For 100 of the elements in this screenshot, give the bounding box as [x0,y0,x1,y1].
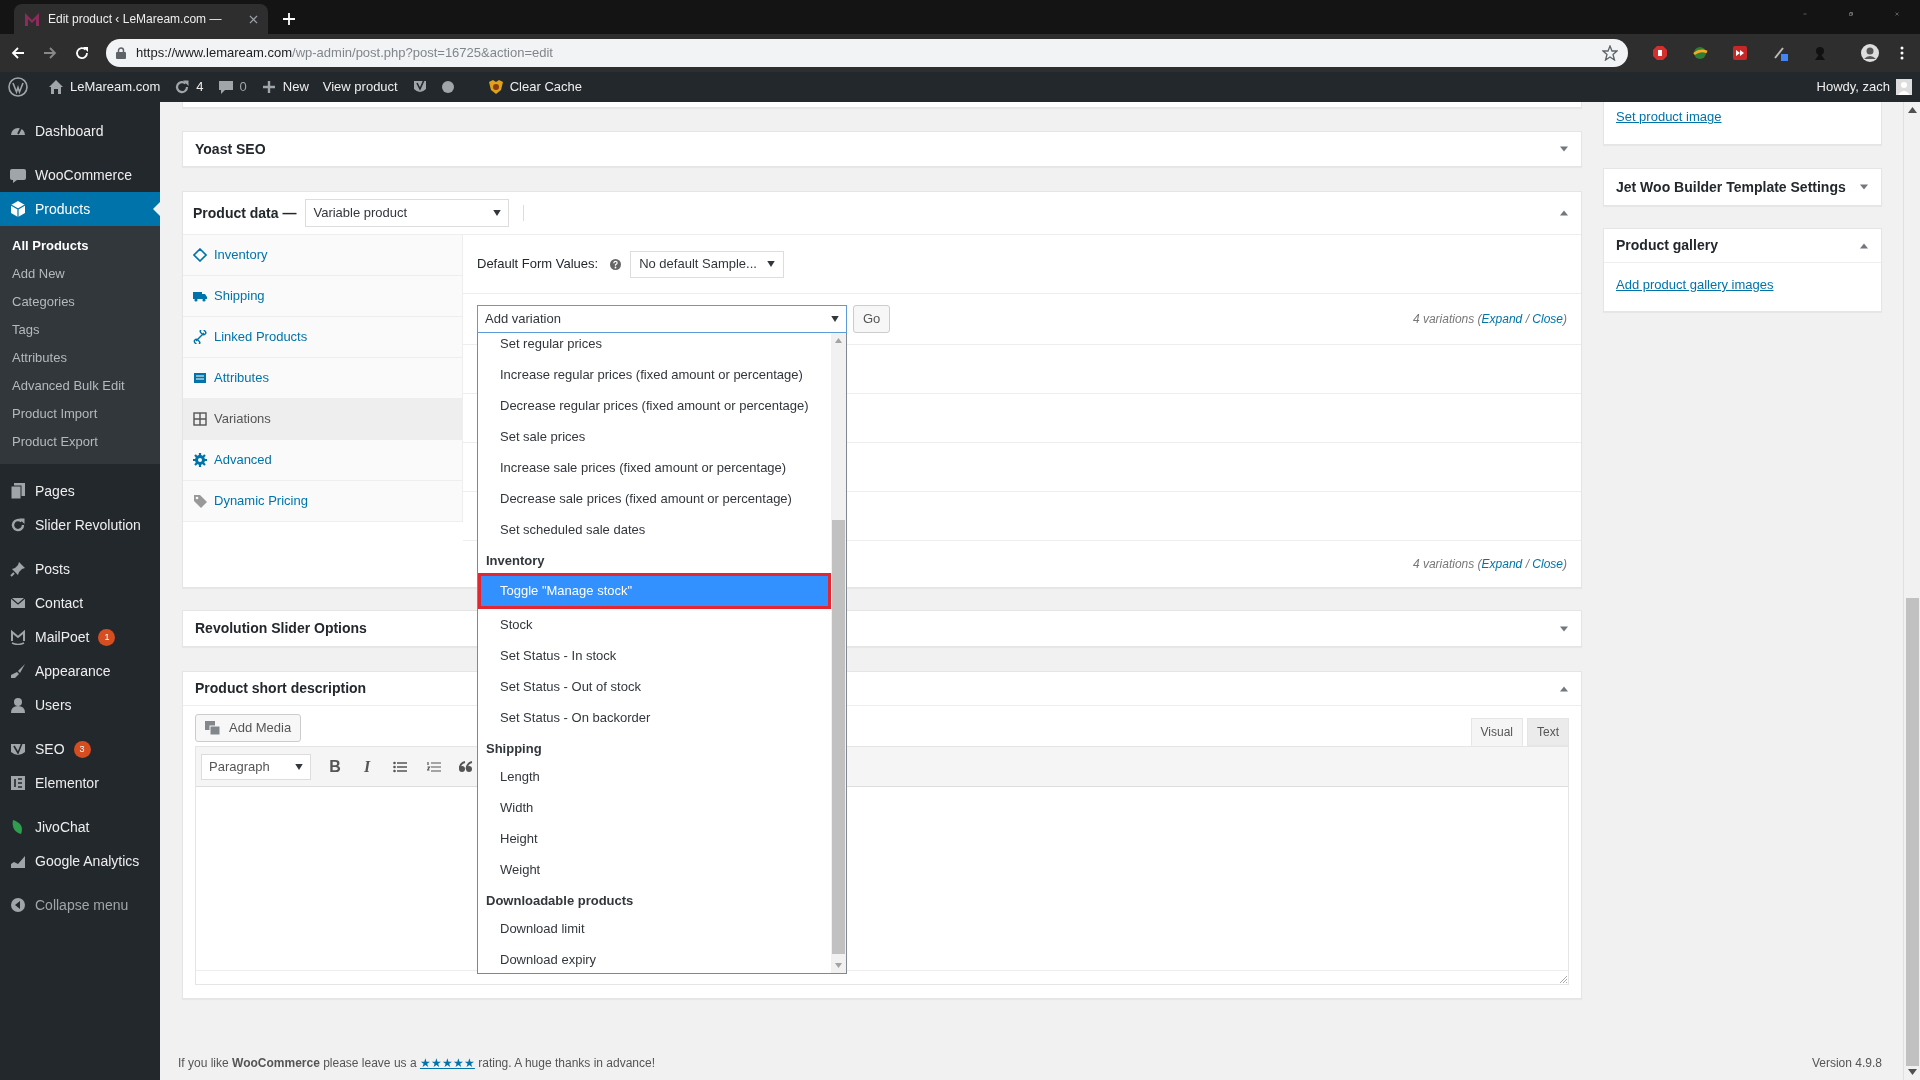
set-image-link[interactable]: Set product image [1616,109,1722,124]
media-icon [205,721,221,735]
dropdown-option[interactable]: Increase regular prices (fixed amount or percentage) [478,359,831,390]
submenu-item[interactable]: Product Export [0,428,160,456]
dropdown-option[interactable]: Weight [478,854,831,885]
dropdown-option[interactable]: Decrease sale prices (fixed amount or percentage) [478,483,831,514]
dropdown-option[interactable]: Download limit [478,913,831,944]
dropdown-option[interactable]: Width [478,792,831,823]
browser-tab[interactable]: Edit product ‹ LeMaream.com — [14,4,268,34]
toolbar-link[interactable]: LeMaream.com [48,77,161,97]
numbered-list-icon[interactable] [427,760,441,773]
dropper-icon[interactable] [1772,45,1788,61]
toolbar-link[interactable]: New [260,77,309,97]
collapse-arrow-icon[interactable] [1859,241,1869,250]
tab[interactable]: Linked Products [183,317,462,358]
pin-icon [10,561,26,577]
submenu-item[interactable]: Add New [0,260,160,288]
dropdown-option[interactable]: Length [478,761,831,792]
help-icon[interactable] [610,258,622,270]
toolbar-link[interactable]: Expand [1481,312,1523,326]
menu-item[interactable]: SEO 3 [0,732,160,766]
caret-icon [493,210,502,216]
dropdown-option[interactable]: Set Status - On backorder [478,702,831,733]
editor-tab[interactable]: Text [1527,718,1569,746]
tab[interactable]: Advanced [183,440,462,481]
menu-item[interactable]: Slider Revolution [0,508,160,542]
collapse-menu-button[interactable]: Collapse menu [0,888,160,922]
variation-action-select[interactable]: Add variation [477,305,847,333]
tab[interactable]: Shipping [183,276,462,317]
close-icon[interactable] [249,14,258,24]
dropdown-option[interactable]: Download expiry [478,944,831,973]
forward-badge-icon[interactable] [1732,45,1748,61]
quote-icon[interactable] [459,760,473,773]
product-type-select[interactable]: Variable product [305,199,510,227]
add-media-button[interactable]: Add Media [195,714,302,742]
toolbar-link[interactable]: Expand [1481,557,1523,571]
toolbar-link[interactable]: Clear Cache [487,77,582,97]
address-bar[interactable]: https://www.lemaream.com/wp-admin/post.php?post=16725&action=edit [106,39,1628,67]
tab[interactable]: Variations [183,399,462,440]
forward-icon[interactable] [42,45,58,61]
menu-item[interactable]: JivoChat [0,810,160,844]
rating-link[interactable]: ★★★★★ [419,1056,475,1070]
globe-icon[interactable] [1692,45,1708,61]
menu-item[interactable]: WooCommerce [0,158,160,192]
dropdown-menu-list[interactable] [477,333,847,974]
menu-item[interactable]: Pages [0,474,160,508]
stop-sign-icon[interactable] [1652,45,1668,61]
submenu-item[interactable]: Advanced Bulk Edit [0,372,160,400]
menu-item[interactable]: Google Analytics [0,844,160,878]
submenu-item[interactable]: All Products [0,232,160,260]
dropdown-option[interactable]: Increase sale prices (fixed amount or percentage) [478,452,831,483]
new-tab-icon[interactable] [282,12,296,26]
bullet-list-icon[interactable] [393,760,407,773]
star-icon[interactable] [1602,45,1618,61]
dropdown-option[interactable]: Set scheduled sale dates [478,514,831,545]
toolbar-link[interactable]: 0 [217,77,247,97]
menu-item[interactable]: Appearance [0,654,160,688]
expand-arrow-icon[interactable] [1859,183,1869,191]
default-value-select[interactable]: No default Sample... [630,250,784,278]
menu-item[interactable]: Posts [0,552,160,586]
menu-item[interactable]: Elementor [0,766,160,800]
submenu-item[interactable]: Categories [0,288,160,316]
submenu-item[interactable]: Product Import [0,400,160,428]
format-select[interactable]: Paragraph [201,753,311,780]
dropdown-option[interactable]: Set regular prices [478,333,831,359]
tab[interactable]: Inventory [183,235,462,276]
dropdown-option[interactable]: Decrease regular prices (fixed amount or percentage) [478,390,831,421]
bold-button[interactable]: B [321,752,349,781]
expand-arrow-icon[interactable] [1559,624,1569,633]
dropdown-option[interactable]: Set sale prices [478,421,831,452]
menu-item[interactable]: Contact [0,586,160,620]
italic-button[interactable]: I [353,752,381,781]
profile-icon[interactable] [1860,43,1880,63]
editor-tab[interactable]: Visual [1470,718,1523,746]
submenu-item[interactable]: Tags [0,316,160,344]
add-gallery-link[interactable]: Add product gallery images [1616,277,1774,292]
menu-item[interactable]: Dashboard [0,114,160,148]
menu-item[interactable]: Products [0,192,160,226]
user-menu[interactable]: Howdy, zach [1816,77,1912,97]
dropdown-option[interactable]: Height [478,823,831,854]
collapse-arrow-icon[interactable] [1559,684,1569,693]
reload-icon[interactable] [74,45,90,61]
expand-arrow-icon[interactable] [1559,145,1569,153]
go-button[interactable]: Go [853,305,891,333]
menu-icon[interactable] [1900,46,1904,60]
tab[interactable]: Dynamic Pricing [183,481,462,522]
toolbar-link[interactable]: Close [1532,557,1563,571]
collapse-arrow-icon[interactable] [1559,209,1569,217]
resize-handle-icon[interactable] [1559,975,1568,984]
wordpress-logo-icon[interactable] [8,77,28,97]
toolbar-link[interactable]: 4 [174,77,204,97]
menu-item[interactable]: Users [0,688,160,722]
dropdown-option[interactable]: Set Status - In stock [478,640,831,671]
submenu-item[interactable]: Attributes [0,344,160,372]
back-icon[interactable] [10,45,26,61]
menu-item[interactable]: MailPoet 1 [0,620,160,654]
toolbar-link[interactable]: View product [322,77,398,97]
dropdown-option[interactable]: Stock [478,609,831,640]
toolbar-link[interactable]: Close [1532,312,1563,326]
dropdown-option[interactable]: Set Status - Out of stock [478,671,831,702]
